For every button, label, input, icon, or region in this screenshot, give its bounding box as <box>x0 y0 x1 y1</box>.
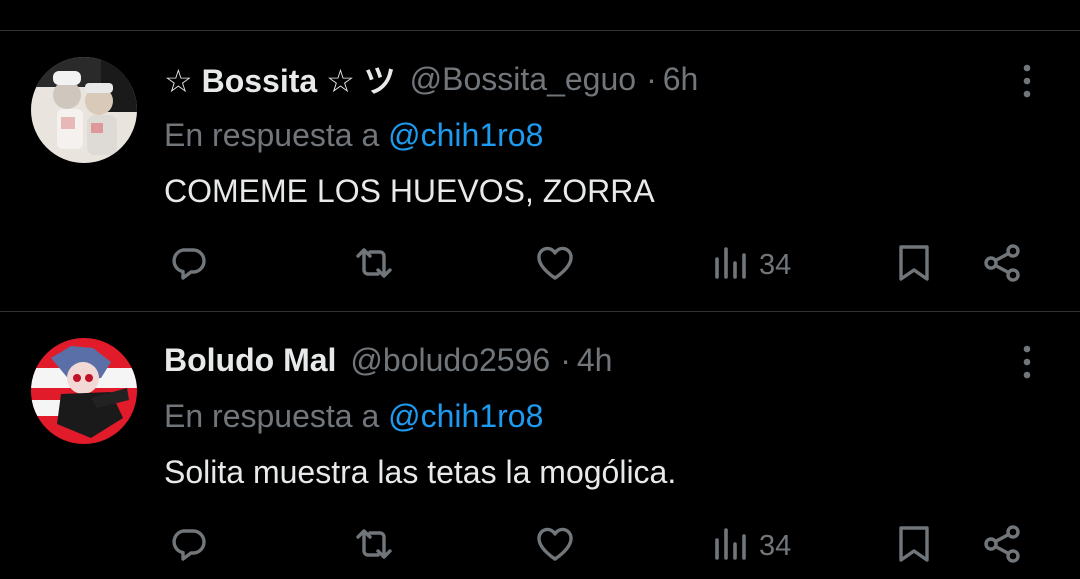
share-button[interactable] <box>980 241 1024 289</box>
tweet-actions: 34 <box>0 241 1080 289</box>
view-count: 34 <box>759 248 792 281</box>
avatar[interactable] <box>31 338 137 444</box>
user-handle[interactable]: @Bossita_eguo <box>410 61 636 98</box>
bookmark-icon <box>892 241 936 290</box>
views-button[interactable]: 34 <box>711 241 791 289</box>
reply-icon <box>166 241 210 290</box>
like-button[interactable] <box>533 522 577 570</box>
bookmark-button[interactable] <box>892 241 936 289</box>
retweet-button[interactable] <box>352 241 396 289</box>
share-icon <box>980 241 1024 290</box>
reply-button[interactable] <box>166 522 210 570</box>
retweet-button[interactable] <box>352 522 396 570</box>
reply-mention-link[interactable]: @chih1ro8 <box>388 398 543 434</box>
reply-context: En respuesta a @chih1ro8 <box>164 117 543 154</box>
reply-button[interactable] <box>166 241 210 289</box>
like-icon <box>533 522 577 571</box>
views-icon <box>711 522 755 571</box>
share-icon <box>980 522 1024 571</box>
reply-prefix: En respuesta a <box>164 117 380 153</box>
separator-dot: · <box>646 60 657 97</box>
more-icon[interactable] <box>1010 61 1044 101</box>
tweet-card[interactable]: ☆ Bossita ☆ ツ @Bossita_eguo · 6h En resp… <box>0 31 1080 311</box>
reply-context: En respuesta a @chih1ro8 <box>164 398 543 435</box>
timestamp[interactable]: 4h <box>577 342 613 379</box>
views-icon <box>711 241 755 290</box>
retweet-icon <box>352 522 396 571</box>
reply-prefix: En respuesta a <box>164 398 380 434</box>
bookmark-button[interactable] <box>892 522 936 570</box>
reply-mention-link[interactable]: @chih1ro8 <box>388 117 543 153</box>
user-handle[interactable]: @boludo2596 <box>350 342 550 379</box>
timeline-feed: ☆ Bossita ☆ ツ @Bossita_eguo · 6h En resp… <box>0 0 1080 579</box>
like-icon <box>533 241 577 290</box>
avatar[interactable] <box>31 57 137 163</box>
separator-dot: · <box>560 341 571 378</box>
tweet-card[interactable]: Boludo Mal @boludo2596 · 4h En respuesta… <box>0 312 1080 579</box>
timestamp[interactable]: 6h <box>663 61 699 98</box>
tweet-header: Boludo Mal @boludo2596 · 4h <box>164 338 612 382</box>
bookmark-icon <box>892 522 936 571</box>
display-name[interactable]: Boludo Mal <box>164 342 336 379</box>
tweet-text: Solita muestra las tetas la mogólica. <box>164 454 677 490</box>
reply-icon <box>166 522 210 571</box>
like-button[interactable] <box>533 241 577 289</box>
share-button[interactable] <box>980 522 1024 570</box>
views-button[interactable]: 34 <box>711 522 791 570</box>
tweet-text: COMEME LOS HUEVOS, ZORRA <box>164 173 655 209</box>
tweet-actions: 34 <box>0 522 1080 570</box>
display-name[interactable]: ☆ Bossita ☆ ツ <box>164 56 396 102</box>
view-count: 34 <box>759 529 792 562</box>
tweet-header: ☆ Bossita ☆ ツ @Bossita_eguo · 6h <box>164 57 698 101</box>
more-icon[interactable] <box>1010 342 1044 382</box>
retweet-icon <box>352 241 396 290</box>
